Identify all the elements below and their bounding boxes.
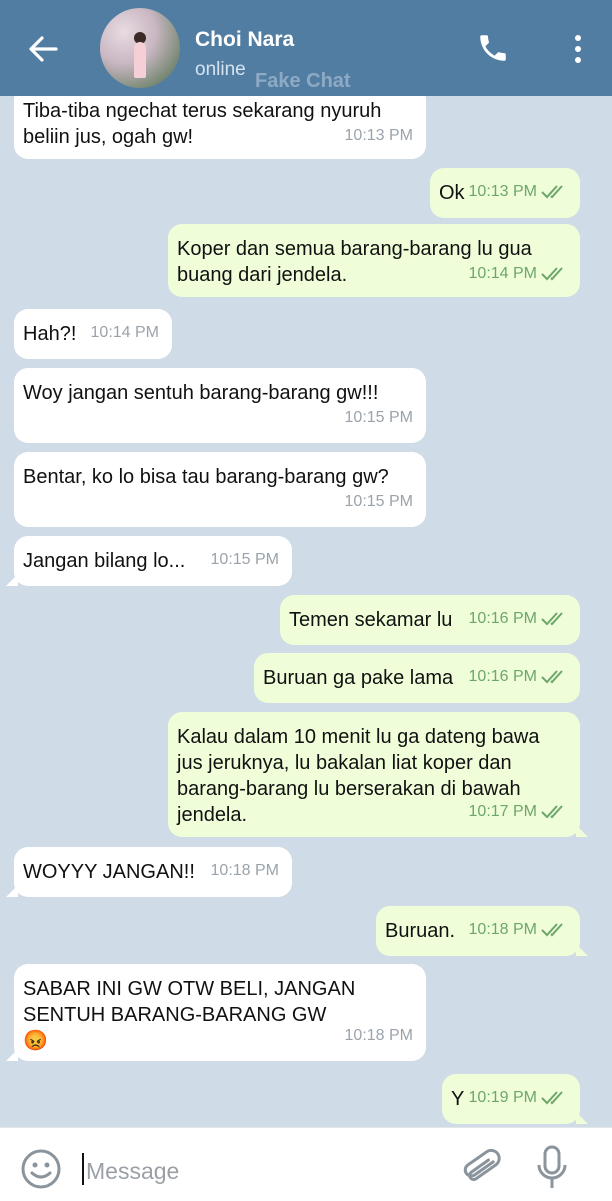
double-check-icon xyxy=(541,185,563,199)
message-outgoing: Y 10:19 PM xyxy=(442,1074,588,1124)
message-incoming: Tiba-tiba ngechat terus sekarang nyuruh … xyxy=(14,96,426,159)
message-outgoing: Temen sekamar lu 10:16 PM xyxy=(280,595,580,645)
watermark: Fake Chat xyxy=(255,70,351,92)
message-time: 10:14 PM xyxy=(90,324,159,341)
message-time: 10:14 PM xyxy=(468,265,537,282)
message-time: 10:18 PM xyxy=(210,862,279,879)
double-check-icon xyxy=(541,267,563,281)
message-text: Bentar, ko lo bisa tau barang-barang gw? xyxy=(23,466,389,488)
message-time: 10:18 PM xyxy=(468,921,537,938)
message-time: 10:15 PM xyxy=(344,409,413,426)
message-text: Buruan. xyxy=(385,920,456,942)
message-list[interactable]: Tiba-tiba ngechat terus sekarang nyuruh … xyxy=(0,96,612,1126)
message-text: Tiba-tiba ngechat terus sekarang nyuruh … xyxy=(23,100,382,148)
arrow-left-icon[interactable] xyxy=(24,30,62,68)
message-outgoing: Ok 10:13 PM xyxy=(430,168,580,218)
message-text: Ok xyxy=(439,182,465,204)
message-text: Hah?! xyxy=(23,323,77,345)
phone-icon[interactable] xyxy=(476,31,510,65)
double-check-icon xyxy=(541,923,563,937)
message-incoming: SABAR INI GW OTW BELI, JANGAN SENTUH BAR… xyxy=(6,964,426,1061)
message-time: 10:16 PM xyxy=(468,668,537,685)
message-time: 10:13 PM xyxy=(468,183,537,200)
message-time: 10:16 PM xyxy=(468,610,537,627)
double-check-icon xyxy=(541,612,563,626)
message-outgoing: Koper dan semua barang-barang lu gua bua… xyxy=(168,224,580,297)
message-text: Y xyxy=(451,1088,465,1110)
message-incoming: Hah?! 10:14 PM xyxy=(14,309,172,359)
message-outgoing: Buruan ga pake lama 10:16 PM xyxy=(254,653,580,703)
double-check-icon xyxy=(541,1091,563,1105)
message-text: SABAR INI GW OTW BELI, JANGAN SENTUH BAR… xyxy=(23,978,356,1052)
message-time: 10:17 PM xyxy=(468,803,537,820)
message-outgoing: Kalau dalam 10 menit lu ga dateng bawa j… xyxy=(168,712,588,837)
message-input[interactable] xyxy=(86,1156,436,1186)
message-outgoing: Buruan. 10:18 PM xyxy=(376,906,588,956)
double-check-icon xyxy=(541,805,563,819)
message-time: 10:15 PM xyxy=(210,551,279,568)
contact-status: online xyxy=(195,59,246,80)
contact-name[interactable]: Choi Nara xyxy=(195,28,294,52)
message-time: 10:13 PM xyxy=(344,127,413,144)
message-time: 10:15 PM xyxy=(344,493,413,510)
smiley-icon[interactable] xyxy=(20,1148,62,1190)
message-text: WOYYY JANGAN!! xyxy=(23,861,195,883)
message-text: Temen sekamar lu xyxy=(289,609,453,631)
message-time: 10:18 PM xyxy=(344,1027,413,1044)
message-text: Woy jangan sentuh barang-barang gw!!! xyxy=(23,382,379,404)
microphone-icon[interactable] xyxy=(536,1145,568,1191)
message-time: 10:19 PM xyxy=(468,1089,537,1106)
paperclip-icon[interactable] xyxy=(462,1146,502,1190)
message-incoming: Jangan bilang lo... 10:15 PM xyxy=(6,536,292,586)
more-vertical-icon[interactable] xyxy=(566,32,590,66)
text-cursor xyxy=(82,1153,84,1185)
message-incoming: Woy jangan sentuh barang-barang gw!!! 10… xyxy=(14,368,426,443)
double-check-icon xyxy=(541,670,563,684)
message-text: Jangan bilang lo... xyxy=(23,550,186,572)
message-input-bar xyxy=(0,1127,612,1201)
message-incoming: WOYYY JANGAN!! 10:18 PM xyxy=(6,847,292,897)
chat-header: Choi Nara online Fake Chat xyxy=(0,0,612,96)
message-text: Buruan ga pake lama xyxy=(263,667,454,689)
contact-avatar[interactable] xyxy=(100,8,180,88)
message-incoming: Bentar, ko lo bisa tau barang-barang gw?… xyxy=(14,452,426,527)
